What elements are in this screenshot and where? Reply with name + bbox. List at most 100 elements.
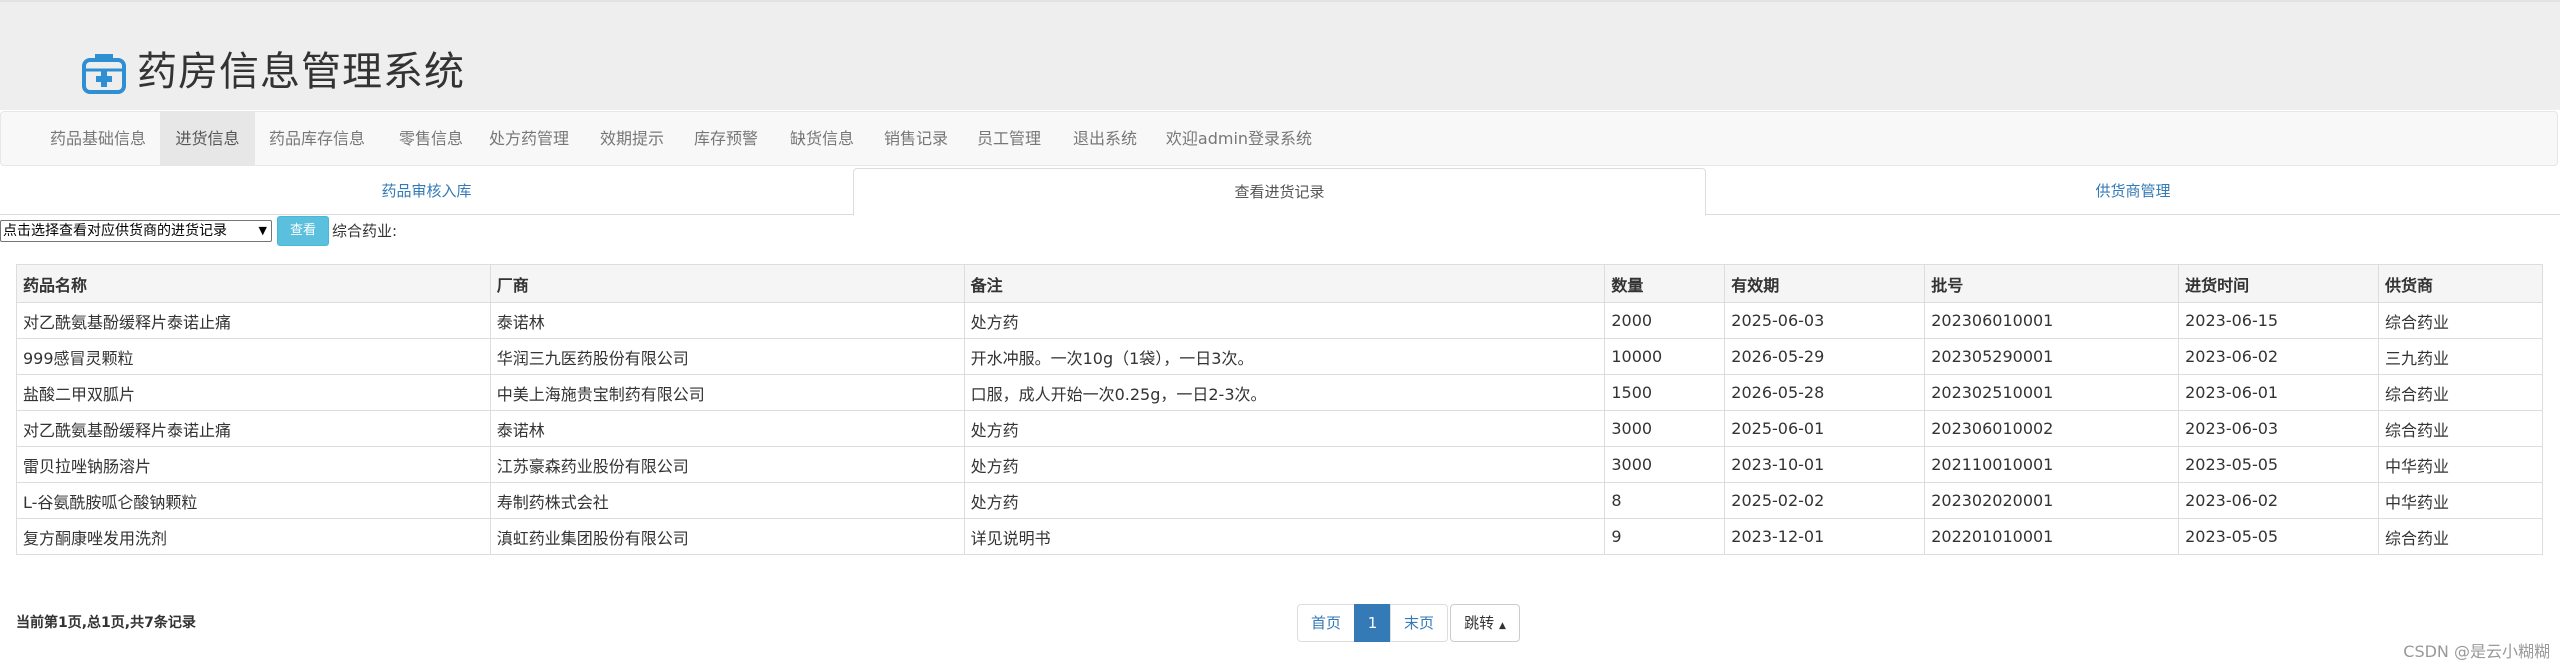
cell-batch-number: 202110010001 <box>1924 446 2180 483</box>
cell-expiry-date: 2025-06-01 <box>1724 410 1926 447</box>
col-supplier: 供货商 <box>2378 264 2543 303</box>
view-button[interactable]: 查看 <box>277 216 329 246</box>
col-remarks: 备注 <box>963 264 1606 303</box>
page-header: 药房信息管理系统 <box>0 0 2560 110</box>
table-row: 对乙酰氨基酚缓释片泰诺止痛 泰诺林 处方药 2000 2025-06-03 20… <box>16 302 2543 339</box>
cell-batch-number: 202306010002 <box>1924 410 2180 447</box>
col-drug-name: 药品名称 <box>16 264 491 303</box>
pagination-status: 当前第1页,总1页,共7条记录 <box>16 615 196 631</box>
col-quantity: 数量 <box>1604 264 1726 303</box>
col-purchase-time: 进货时间 <box>2178 264 2380 303</box>
cell-batch-number: 202201010001 <box>1924 518 2180 555</box>
nav-purchase-info[interactable]: 进货信息 <box>160 112 255 165</box>
cell-supplier: 综合药业 <box>2378 518 2543 555</box>
cell-quantity: 2000 <box>1604 302 1726 339</box>
nav-staff-management[interactable]: 员工管理 <box>963 112 1055 165</box>
cell-batch-number: 202305290001 <box>1924 338 2180 375</box>
cell-drug-name: 999感冒灵颗粒 <box>16 338 491 375</box>
cell-expiry-date: 2023-10-01 <box>1724 446 1926 483</box>
cell-drug-name: 对乙酰氨基酚缓释片泰诺止痛 <box>16 410 491 447</box>
cell-quantity: 1500 <box>1604 374 1726 411</box>
first-page-link[interactable]: 首页 <box>1297 604 1355 642</box>
cell-batch-number: 202302020001 <box>1924 482 2180 519</box>
nav-out-of-stock[interactable]: 缺货信息 <box>777 112 867 165</box>
sub-tabs: 药品审核入库 查看进货记录 供货商管理 <box>0 168 2560 216</box>
cell-remarks: 处方药 <box>963 482 1606 519</box>
nav-expiry-alert[interactable]: 效期提示 <box>591 112 673 165</box>
cell-quantity: 9 <box>1604 518 1726 555</box>
cell-expiry-date: 2026-05-28 <box>1724 374 1926 411</box>
cell-manufacturer: 中美上海施贵宝制药有限公司 <box>489 374 965 411</box>
cell-quantity: 3000 <box>1604 410 1726 447</box>
cell-manufacturer: 泰诺林 <box>489 410 965 447</box>
table-row: 999感冒灵颗粒 华润三九医药股份有限公司 开水冲服。一次10g（1袋），一日3… <box>16 338 2543 375</box>
cell-remarks: 处方药 <box>963 410 1606 447</box>
cell-manufacturer: 泰诺林 <box>489 302 965 339</box>
cell-remarks: 处方药 <box>963 302 1606 339</box>
table-row: 雷贝拉唑钠肠溶片 江苏豪森药业股份有限公司 处方药 3000 2023-10-0… <box>16 446 2543 483</box>
cell-purchase-time: 2023-06-01 <box>2178 374 2380 411</box>
cell-drug-name: L-谷氨酰胺呱仑酸钠颗粒 <box>16 482 491 519</box>
cell-batch-number: 202306010001 <box>1924 302 2180 339</box>
last-page-link[interactable]: 末页 <box>1390 604 1448 642</box>
nav-inventory-info[interactable]: 药品库存信息 <box>261 112 373 165</box>
cell-manufacturer: 华润三九医药股份有限公司 <box>489 338 965 375</box>
app-title: 药房信息管理系统 <box>137 49 465 95</box>
cell-drug-name: 复方酮康唑发用洗剂 <box>16 518 491 555</box>
table-row: 对乙酰氨基酚缓释片泰诺止痛 泰诺林 处方药 3000 2025-06-01 20… <box>16 410 2543 447</box>
nav-retail-info[interactable]: 零售信息 <box>385 112 477 165</box>
current-supplier-label: 综合药业: <box>332 222 398 240</box>
main-navbar: 药品基础信息 进货信息 药品库存信息 零售信息 处方药管理 效期提示 库存预警 … <box>0 111 2558 166</box>
medical-kit-icon <box>82 54 126 94</box>
cell-supplier: 三九药业 <box>2378 338 2543 375</box>
cell-purchase-time: 2023-06-02 <box>2178 482 2380 519</box>
cell-expiry-date: 2025-02-02 <box>1724 482 1926 519</box>
table-row: 盐酸二甲双胍片 中美上海施贵宝制药有限公司 口服，成人开始一次0.25g，一日2… <box>16 374 2543 411</box>
tab-supplier-management[interactable]: 供货商管理 <box>1706 168 2560 215</box>
cell-manufacturer: 江苏豪森药业股份有限公司 <box>489 446 965 483</box>
purchase-records-table: 药品名称 厂商 备注 数量 有效期 批号 进货时间 供货商 对乙酰氨基酚缓释片泰… <box>16 264 2543 555</box>
nav-sales-records[interactable]: 销售记录 <box>871 112 961 165</box>
page-1-link[interactable]: 1 <box>1354 604 1391 642</box>
table-row: L-谷氨酰胺呱仑酸钠颗粒 寿制药株式会社 处方药 8 2025-02-02 20… <box>16 482 2543 519</box>
jump-label: 跳转 <box>1464 614 1495 632</box>
cell-manufacturer: 滇虹药业集团股份有限公司 <box>489 518 965 555</box>
cell-remarks: 口服，成人开始一次0.25g，一日2-3次。 <box>963 374 1606 411</box>
table-header-row: 药品名称 厂商 备注 数量 有效期 批号 进货时间 供货商 <box>16 264 2543 303</box>
cell-quantity: 10000 <box>1604 338 1726 375</box>
cell-remarks: 开水冲服。一次10g（1袋），一日3次。 <box>963 338 1606 375</box>
chevron-down-icon: ▼ <box>258 224 267 237</box>
cell-supplier: 中华药业 <box>2378 446 2543 483</box>
cell-supplier: 中华药业 <box>2378 482 2543 519</box>
table-row: 复方酮康唑发用洗剂 滇虹药业集团股份有限公司 详见说明书 9 2023-12-0… <box>16 518 2543 555</box>
cell-quantity: 8 <box>1604 482 1726 519</box>
cell-expiry-date: 2023-12-01 <box>1724 518 1926 555</box>
cell-supplier: 综合药业 <box>2378 302 2543 339</box>
col-batch-number: 批号 <box>1924 264 2180 303</box>
tab-view-purchase-records[interactable]: 查看进货记录 <box>853 168 1706 216</box>
cell-purchase-time: 2023-06-15 <box>2178 302 2380 339</box>
cell-quantity: 3000 <box>1604 446 1726 483</box>
cell-drug-name: 雷贝拉唑钠肠溶片 <box>16 446 491 483</box>
nav-stock-warning[interactable]: 库存预警 <box>683 112 769 165</box>
nav-drug-basic-info[interactable]: 药品基础信息 <box>35 112 161 165</box>
cell-purchase-time: 2023-06-02 <box>2178 338 2380 375</box>
nav-prescription-management[interactable]: 处方药管理 <box>477 112 581 165</box>
tab-drug-audit-stock-in[interactable]: 药品审核入库 <box>0 168 853 215</box>
cell-purchase-time: 2023-05-05 <box>2178 518 2380 555</box>
jump-dropdown-button[interactable]: 跳转 ▲ <box>1450 604 1520 642</box>
cell-manufacturer: 寿制药株式会社 <box>489 482 965 519</box>
cell-drug-name: 对乙酰氨基酚缓释片泰诺止痛 <box>16 302 491 339</box>
cell-expiry-date: 2026-05-29 <box>1724 338 1926 375</box>
nav-logout[interactable]: 退出系统 <box>1059 112 1151 165</box>
cell-supplier: 综合药业 <box>2378 410 2543 447</box>
cell-purchase-time: 2023-05-05 <box>2178 446 2380 483</box>
cell-purchase-time: 2023-06-03 <box>2178 410 2380 447</box>
cell-expiry-date: 2025-06-03 <box>1724 302 1926 339</box>
watermark: CSDN @是云小糊糊 <box>2403 642 2550 661</box>
cell-remarks: 处方药 <box>963 446 1606 483</box>
col-manufacturer: 厂商 <box>489 264 965 303</box>
supplier-select[interactable]: 点击选择查看对应供货商的进货记录 ▼ <box>0 220 272 242</box>
caret-up-icon: ▲ <box>1498 621 1506 631</box>
nav-welcome-user: 欢迎admin登录系统 <box>1165 129 1313 148</box>
